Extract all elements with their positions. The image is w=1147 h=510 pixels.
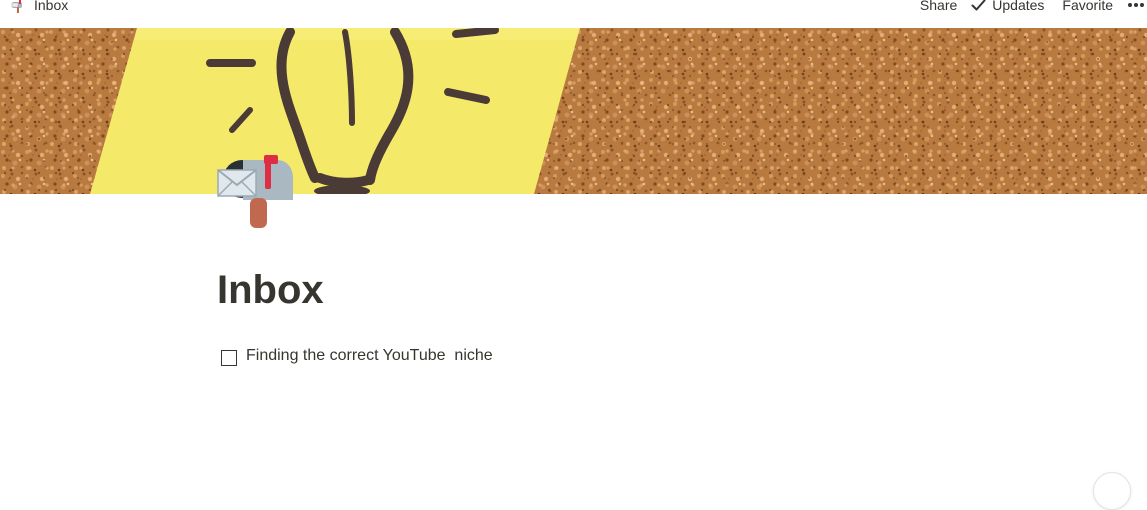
page-cover-image[interactable] <box>0 28 1147 194</box>
share-label: Share <box>919 0 958 13</box>
todo-checkbox[interactable] <box>221 349 237 366</box>
lightbulb-cover-illustration <box>0 28 1147 194</box>
favorite-button[interactable]: Favorite <box>1062 0 1113 13</box>
todo-text[interactable]: Finding the correct YouTube niche <box>246 347 493 365</box>
top-bar: Inbox Share Updates Favorite <box>0 0 1147 28</box>
mailbox-icon <box>11 0 22 13</box>
updates-button[interactable]: Updates <box>971 0 1044 13</box>
checkmark-icon <box>971 0 986 11</box>
mailbox-with-letter-icon[interactable] <box>217 152 295 230</box>
topbar-actions: Share Updates Favorite <box>920 0 1147 16</box>
updates-label: Updates <box>992 0 1045 13</box>
todo-item: Finding the correct YouTube niche <box>217 343 493 369</box>
more-horizontal-icon <box>1128 3 1144 7</box>
page-title[interactable]: Inbox <box>217 264 324 316</box>
favorite-label: Favorite <box>1062 0 1113 13</box>
help-button[interactable] <box>1093 472 1131 510</box>
share-button[interactable]: Share <box>920 0 957 13</box>
breadcrumb-title: Inbox <box>34 0 69 13</box>
breadcrumb[interactable]: Inbox <box>10 0 68 16</box>
more-options-button[interactable] <box>1125 0 1147 16</box>
